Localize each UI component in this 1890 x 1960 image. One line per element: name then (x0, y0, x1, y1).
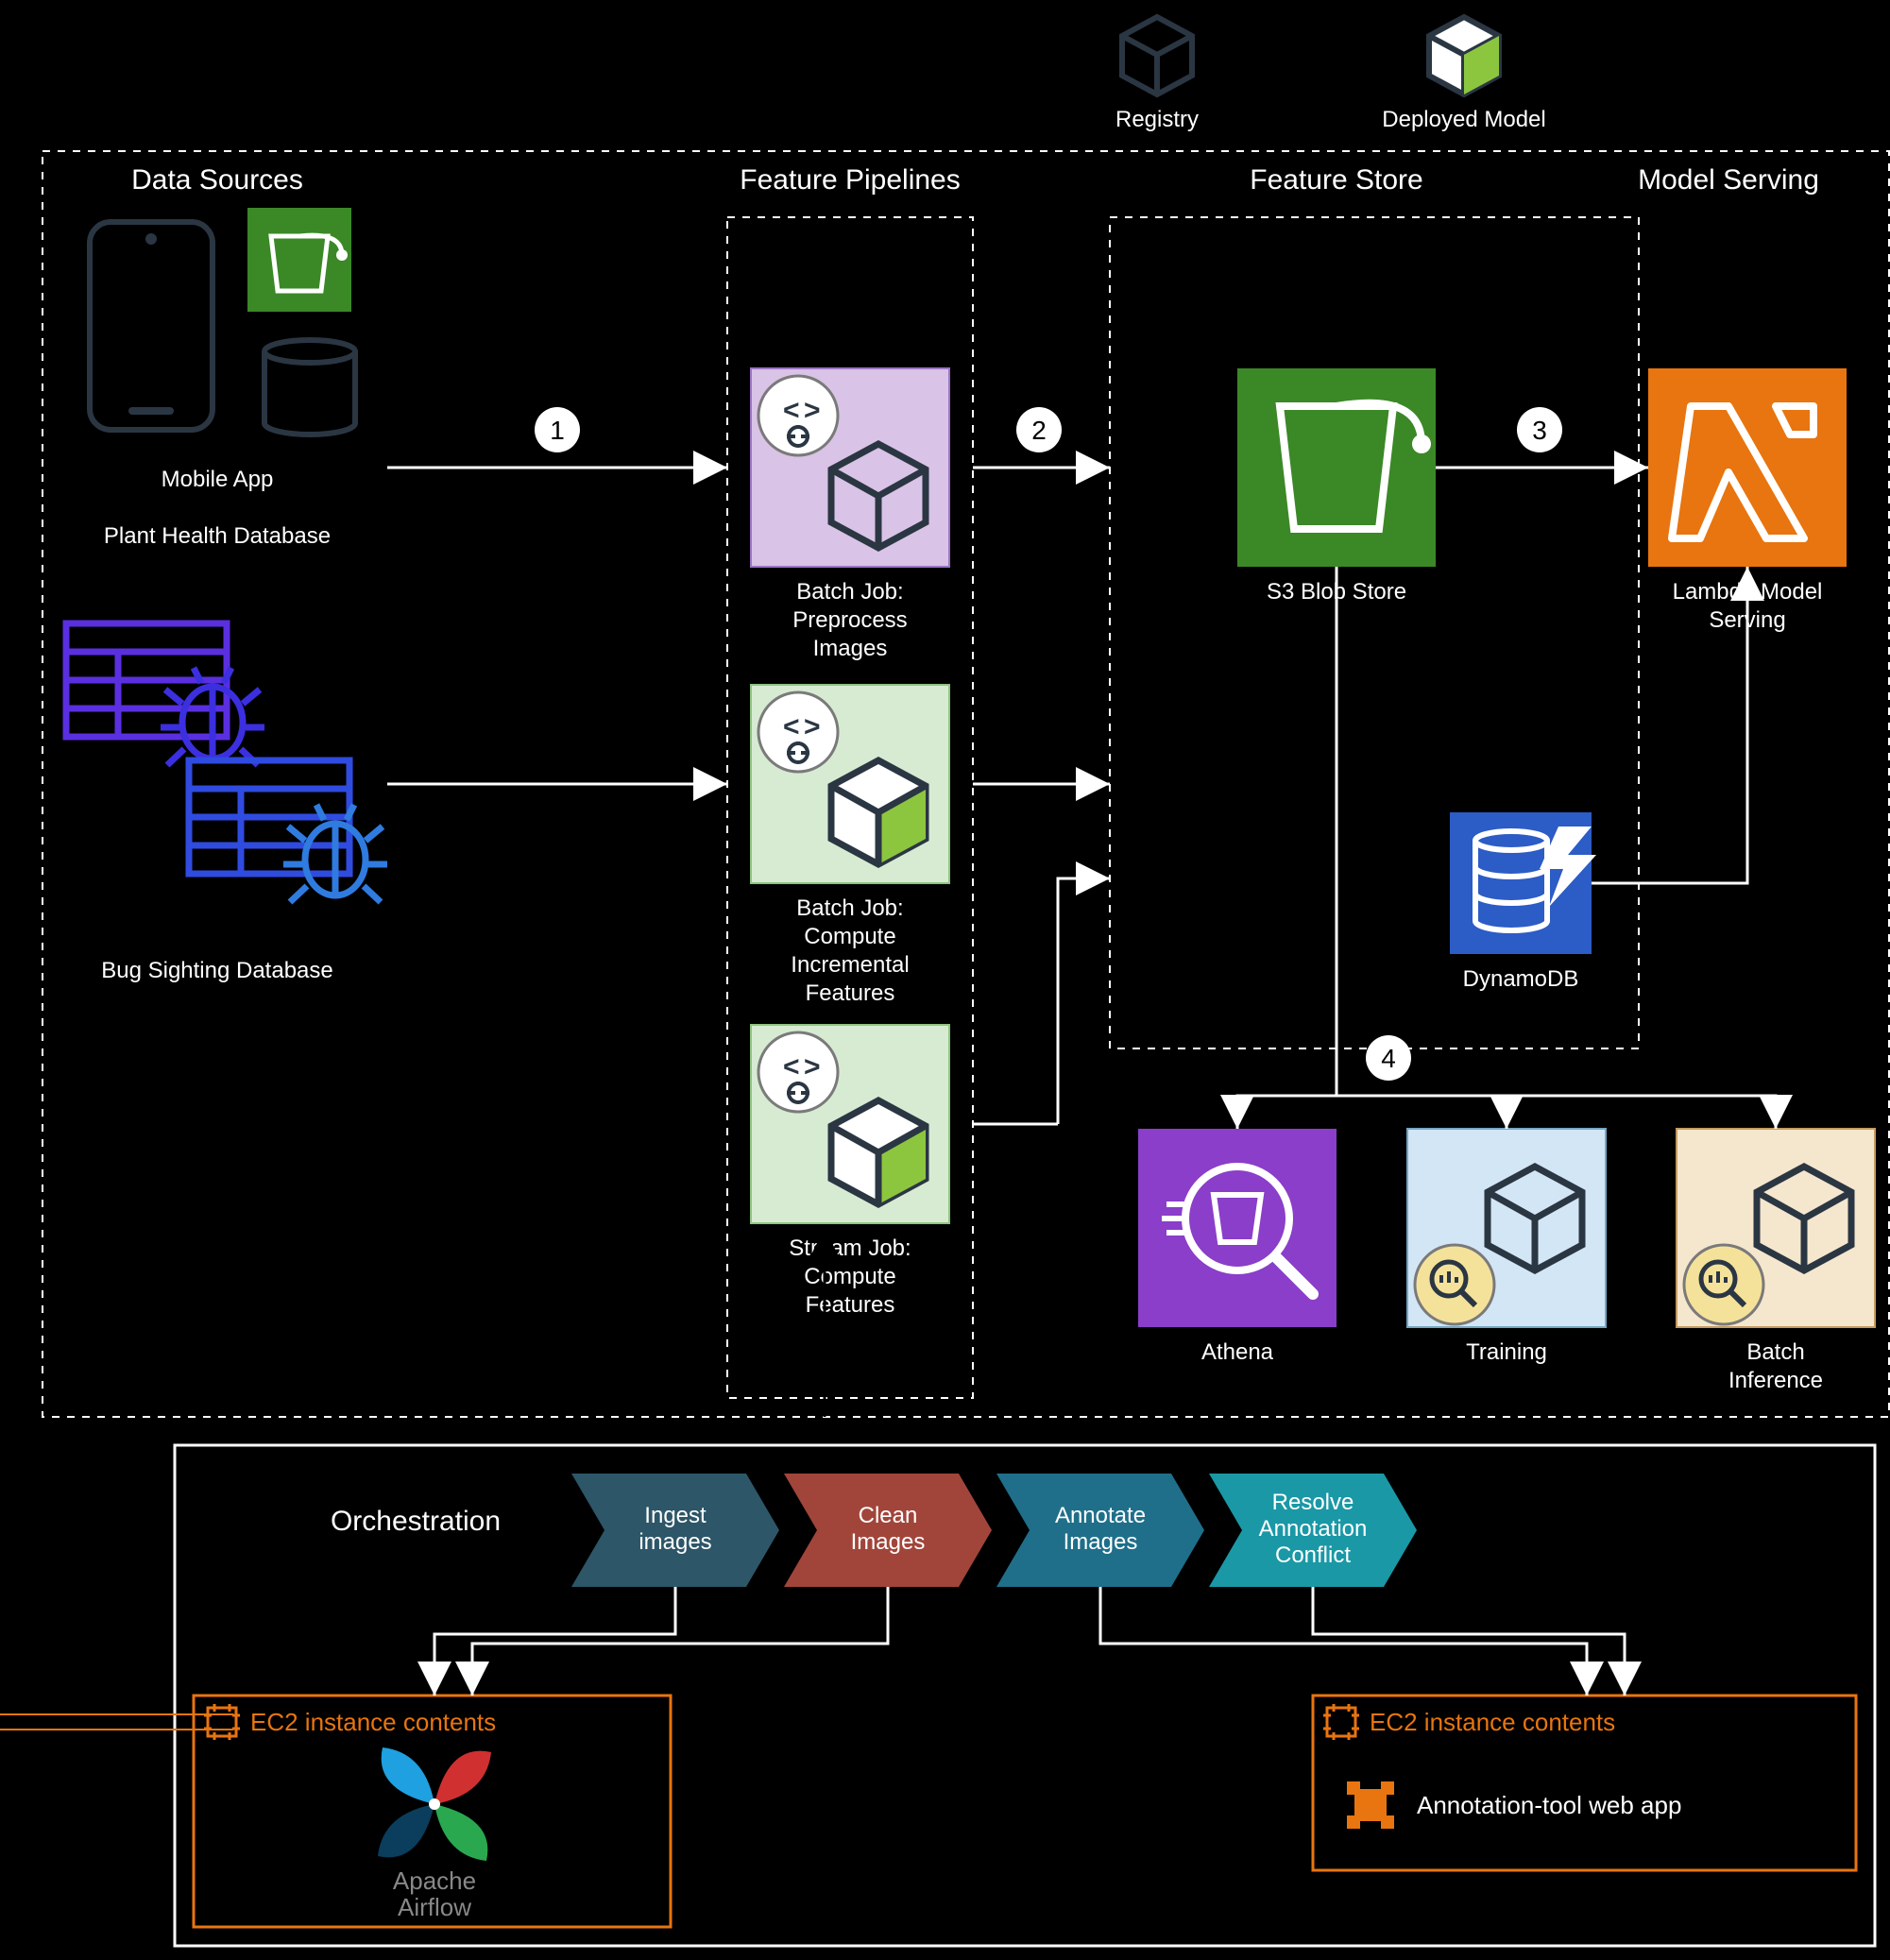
airflow-label-2: Airflow (398, 1893, 471, 1921)
svg-text:1: 1 (550, 416, 565, 445)
svg-text:Features: Features (806, 1292, 895, 1318)
svg-text:Batch Job:: Batch Job: (796, 895, 903, 921)
ec2-left-title: EC2 instance contents (250, 1708, 496, 1736)
dynamodb-icon: DynamoDB (1450, 812, 1596, 992)
batch-inf-tile: Batch Inference (1677, 1129, 1875, 1393)
legend-deployed-label: Deployed Model (1382, 107, 1545, 132)
svg-text:Images: Images (1064, 1529, 1138, 1555)
athena-label: Athena (1201, 1339, 1274, 1365)
batch-inf-label-1: Batch (1746, 1339, 1804, 1365)
svg-text:4: 4 (1381, 1044, 1396, 1073)
orchestration-title: Orchestration (331, 1506, 501, 1537)
ec2-right-title: EC2 instance contents (1370, 1708, 1615, 1736)
dynamodb-label: DynamoDB (1463, 966, 1579, 992)
svg-text:Compute: Compute (804, 1264, 895, 1289)
col-sources: Data Sources (131, 164, 303, 196)
bug-db-icon-group (66, 623, 387, 902)
annotation-tool-label: Annotation-tool web app (1417, 1791, 1681, 1819)
col-store: Feature Store (1250, 164, 1422, 196)
pipeline-incr-tile: Batch Job: Compute Incremental Features (751, 685, 949, 1006)
annotation-tool-icon (1347, 1781, 1394, 1829)
legend-registry-label: Registry (1115, 107, 1199, 132)
ec2-right: EC2 instance contents Annotation-tool we… (1313, 1696, 1856, 1870)
svg-text:Stream Job:: Stream Job: (789, 1236, 911, 1261)
svg-text:Preprocess: Preprocess (792, 607, 907, 633)
svg-text:Batch Job:: Batch Job: (796, 579, 903, 605)
svg-text:Ingest: Ingest (644, 1503, 707, 1528)
arrows (387, 468, 1776, 1129)
svg-text:Images: Images (851, 1529, 926, 1555)
batch-inf-label-2: Inference (1728, 1368, 1823, 1393)
orch-connectors (434, 1587, 1625, 1696)
mobile-db-icon (264, 340, 355, 435)
svg-text:Annotation: Annotation (1259, 1516, 1368, 1542)
pipeline-batch-tile: Batch Job: Preprocess Images (751, 368, 949, 661)
svg-text:3: 3 (1532, 416, 1547, 445)
svg-text:Images: Images (813, 636, 888, 661)
col-serving: Model Serving (1638, 164, 1819, 196)
ec2-left: EC2 instance contents Apache Airflow (0, 1696, 671, 1927)
health-db-label: Plant Health Database (104, 523, 331, 549)
mobile-phone-icon (90, 222, 213, 430)
legend-registry: Registry (1115, 17, 1199, 132)
mobile-s3-icon (247, 208, 351, 312)
pipeline-stream-tile: Stream Job: Compute Features (751, 1025, 949, 1318)
legend-deployed: Deployed Model (1382, 17, 1545, 132)
svg-text:2: 2 (1031, 416, 1047, 445)
svg-text:images: images (639, 1529, 711, 1555)
orch-steps: Ingest images Clean Images Annotate Imag… (571, 1474, 1417, 1587)
training-label: Training (1466, 1339, 1547, 1365)
svg-text:Annotate: Annotate (1055, 1503, 1146, 1528)
svg-text:Compute: Compute (804, 924, 895, 949)
athena-icon: Athena (1138, 1129, 1337, 1365)
airflow-icon (378, 1747, 491, 1861)
training-tile: Training (1407, 1129, 1606, 1365)
col-pipelines: Feature Pipelines (740, 164, 960, 196)
svg-text:Features: Features (806, 980, 895, 1006)
mobile-label: Mobile App (162, 467, 274, 492)
svg-text:Incremental: Incremental (791, 952, 909, 978)
svg-text:Resolve: Resolve (1272, 1490, 1354, 1515)
svg-text:Clean: Clean (859, 1503, 918, 1528)
airflow-label-1: Apache (393, 1866, 476, 1895)
svg-text:Conflict: Conflict (1275, 1542, 1351, 1568)
bug-db-label: Bug Sighting Database (101, 958, 333, 983)
